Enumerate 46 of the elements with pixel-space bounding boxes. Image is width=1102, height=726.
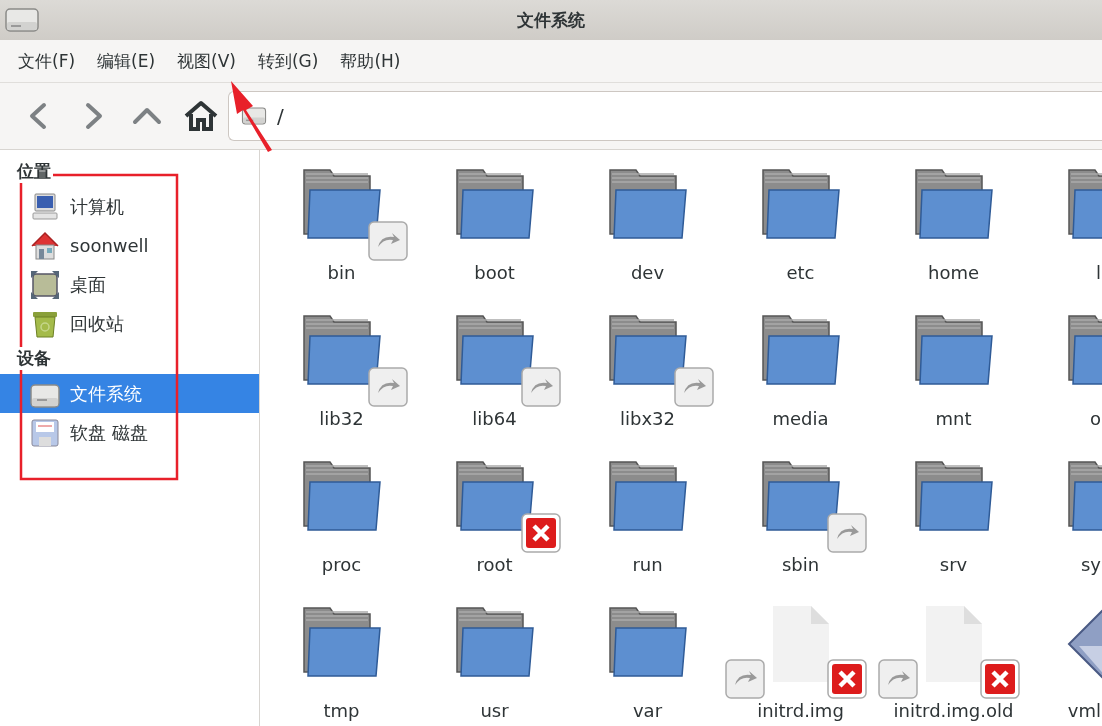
sidebar-item[interactable]: 回收站 xyxy=(0,304,259,343)
file-name[interactable]: l xyxy=(1096,262,1102,283)
file-name[interactable]: bin xyxy=(327,262,356,283)
house-icon xyxy=(30,230,60,261)
file-name[interactable]: initrd.img.old xyxy=(893,700,1014,721)
sidebar-item[interactable]: 文件系统 xyxy=(0,374,259,413)
file-name[interactable]: lib32 xyxy=(319,408,364,429)
file-name[interactable]: var xyxy=(632,700,663,721)
menu-item[interactable]: 转到(G) xyxy=(248,45,328,77)
home-button[interactable] xyxy=(184,99,218,133)
file-name[interactable]: tmp xyxy=(323,700,360,721)
menu-item[interactable]: 帮助(H) xyxy=(331,45,410,77)
location-field[interactable]: / xyxy=(228,91,1102,141)
floppy-icon xyxy=(30,417,60,448)
menu-item[interactable]: 文件(F) xyxy=(9,45,85,77)
window-title: 文件系统 xyxy=(517,9,585,30)
sidebar-item[interactable]: 桌面 xyxy=(0,265,259,304)
menu-item[interactable]: 视图(V) xyxy=(168,45,245,77)
file-name[interactable]: mnt xyxy=(935,408,972,429)
drive-icon xyxy=(3,5,41,35)
file-name[interactable]: usr xyxy=(480,700,509,721)
file-name[interactable]: lib64 xyxy=(472,408,517,429)
file-name[interactable]: sbin xyxy=(781,554,820,575)
section-heading: 位置 xyxy=(17,160,53,183)
desktop-icon xyxy=(30,269,60,300)
sidebar-item[interactable]: 软盘 磁盘 xyxy=(0,413,259,452)
sidebar-item[interactable]: soonwell xyxy=(0,226,259,265)
file-name[interactable]: initrd.img xyxy=(757,700,844,721)
file-name[interactable]: etc xyxy=(786,262,815,283)
file-name[interactable]: home xyxy=(928,262,979,283)
file-name[interactable]: libx32 xyxy=(620,408,675,429)
file-name[interactable]: media xyxy=(772,408,829,429)
file-name[interactable]: sy xyxy=(1080,554,1102,575)
file-name[interactable]: vml xyxy=(1067,700,1102,721)
file-name[interactable]: srv xyxy=(939,554,968,575)
file-name[interactable]: proc xyxy=(321,554,362,575)
sidebar-item[interactable]: 计算机 xyxy=(0,187,259,226)
section-heading: 设备 xyxy=(17,347,53,370)
pointer-arrow xyxy=(231,81,272,152)
file-name[interactable]: root xyxy=(476,554,513,575)
menu-item[interactable]: 编辑(E) xyxy=(88,45,165,77)
file-name[interactable]: dev xyxy=(630,262,665,283)
file-name[interactable]: boot xyxy=(474,262,515,283)
computer-icon xyxy=(30,191,60,222)
file-name[interactable]: o xyxy=(1090,408,1102,429)
file-name[interactable]: run xyxy=(632,554,663,575)
